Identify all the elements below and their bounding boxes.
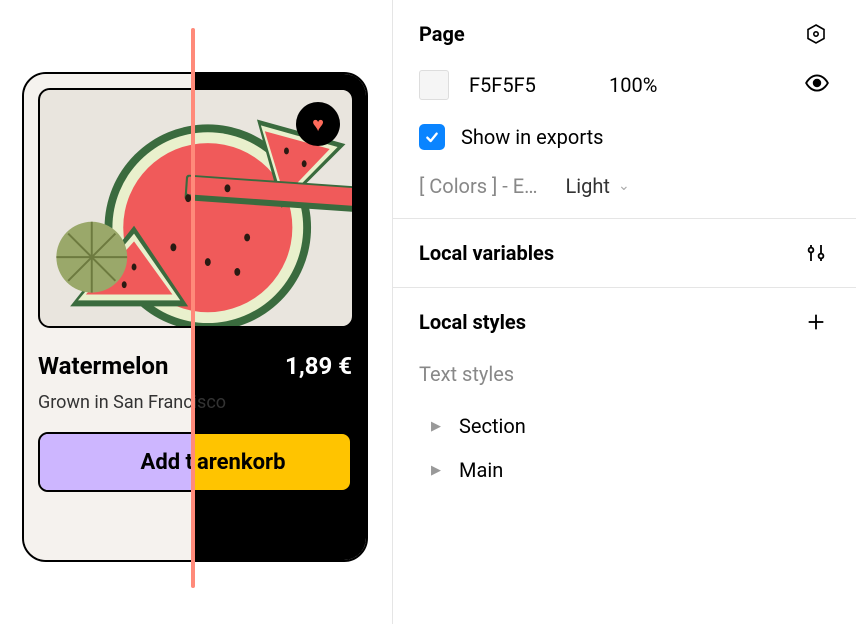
text-styles-heading: Text styles xyxy=(419,362,830,386)
fill-hex[interactable]: F5F5F5 xyxy=(469,73,589,97)
button-half-left: Add t xyxy=(40,434,195,490)
local-variables-title: Local variables xyxy=(419,241,554,265)
variables-settings-button[interactable] xyxy=(802,239,830,267)
local-styles-section: Local styles Text styles ▶ Section ▶ Mai… xyxy=(393,288,856,512)
text-style-main[interactable]: ▶ Main xyxy=(419,448,830,492)
exports-row: Show in exports xyxy=(419,124,830,150)
product-subtitle: Grown in San Francisco xyxy=(38,392,226,413)
style-name: Section xyxy=(459,414,526,438)
heart-icon: ♥ xyxy=(312,112,324,137)
page-title: Page xyxy=(419,22,465,46)
chevron-down-icon: ⌄ xyxy=(618,178,630,194)
mode-collection-name[interactable]: [ Colors ] - E… xyxy=(419,174,538,198)
product-image: ♥ xyxy=(38,88,354,328)
fill-row: F5F5F5 100% xyxy=(419,70,830,100)
component-settings-icon[interactable] xyxy=(802,20,830,48)
fill-opacity[interactable]: 100% xyxy=(609,73,689,97)
split-guideline[interactable] xyxy=(191,28,195,588)
text-style-section[interactable]: ▶ Section xyxy=(419,404,830,448)
page-section: Page F5F5F5 100% xyxy=(393,0,856,219)
button-half-right: arenkorb xyxy=(195,434,350,490)
properties-panel: Page F5F5F5 100% xyxy=(392,0,856,624)
mode-select[interactable]: Light ⌄ xyxy=(566,174,630,198)
add-to-cart-button[interactable]: Add t arenkorb xyxy=(38,432,352,492)
check-icon xyxy=(424,129,440,145)
local-styles-title: Local styles xyxy=(419,310,526,334)
design-canvas[interactable]: ♥ Watermelon 1,89 € Grown in San Francis… xyxy=(0,0,392,624)
show-in-exports-label: Show in exports xyxy=(461,125,603,149)
caret-right-icon: ▶ xyxy=(431,463,441,478)
favorite-button[interactable]: ♥ xyxy=(296,102,340,146)
local-variables-section: Local variables xyxy=(393,219,856,288)
style-name: Main xyxy=(459,458,503,482)
visibility-toggle[interactable] xyxy=(804,70,830,100)
title-row: Watermelon 1,89 € xyxy=(38,352,352,380)
product-price: 1,89 € xyxy=(285,352,352,380)
product-card[interactable]: ♥ Watermelon 1,89 € Grown in San Francis… xyxy=(22,72,368,562)
eye-icon xyxy=(804,70,830,96)
mode-value: Light xyxy=(566,174,610,198)
add-style-button[interactable] xyxy=(802,308,830,336)
variable-mode-row: [ Colors ] - E… Light ⌄ xyxy=(419,174,830,198)
plus-icon xyxy=(805,311,827,333)
sliders-icon xyxy=(804,241,828,265)
caret-right-icon: ▶ xyxy=(431,419,441,434)
product-title: Watermelon xyxy=(38,352,168,380)
fill-swatch[interactable] xyxy=(419,70,449,100)
show-in-exports-checkbox[interactable] xyxy=(419,124,445,150)
